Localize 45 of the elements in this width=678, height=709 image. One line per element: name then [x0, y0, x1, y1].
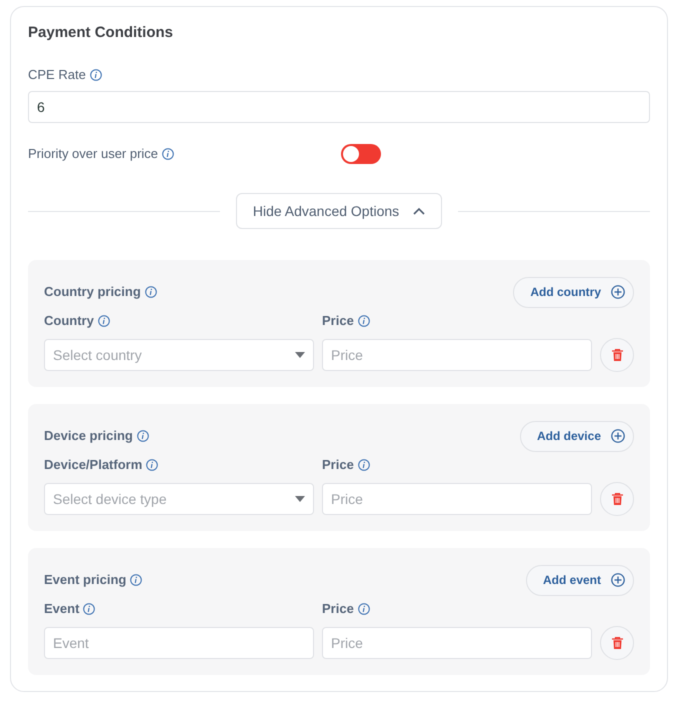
info-icon[interactable]: [358, 459, 370, 471]
advanced-options-button[interactable]: Hide Advanced Options: [236, 193, 442, 229]
plus-circle-icon: [611, 285, 625, 299]
input-field[interactable]: Price: [322, 627, 592, 659]
info-icon[interactable]: [136, 430, 149, 442]
field-label: Price: [322, 312, 354, 330]
dropdown-caret-icon: [295, 352, 305, 358]
delete-button[interactable]: [600, 338, 634, 372]
panel-title: Event pricing: [44, 571, 126, 590]
info-icon[interactable]: [358, 603, 370, 615]
add-button[interactable]: Add device: [520, 420, 634, 452]
info-icon[interactable]: [130, 574, 142, 586]
info-icon[interactable]: [83, 603, 96, 615]
add-button[interactable]: Add event: [526, 564, 634, 596]
trash-icon: [612, 493, 622, 505]
trash-icon: [612, 637, 622, 649]
field-label: Device/Platform: [44, 456, 142, 474]
section-title: Payment Conditions: [28, 24, 174, 42]
input-field[interactable]: 6: [28, 91, 650, 123]
chevron-up-icon: [413, 207, 426, 215]
delete-button[interactable]: [600, 626, 634, 660]
info-icon[interactable]: [358, 315, 370, 327]
field-label: Price: [322, 600, 354, 618]
add-button[interactable]: Add country: [513, 276, 634, 308]
toggle-switch[interactable]: [341, 144, 381, 164]
trash-icon: [612, 349, 622, 361]
panel-title: Device pricing: [44, 427, 133, 446]
field-label: Price: [322, 456, 354, 474]
info-icon[interactable]: [98, 315, 110, 327]
input-field[interactable]: Price: [322, 339, 592, 371]
info-icon[interactable]: [162, 148, 174, 160]
panel-title: Country pricing: [44, 283, 141, 302]
field-label: CPE Rate: [28, 66, 86, 84]
field-label: Event: [44, 600, 80, 618]
delete-button[interactable]: [600, 482, 634, 516]
plus-circle-icon: [611, 429, 625, 443]
input-field[interactable]: Event: [44, 627, 314, 659]
input-field[interactable]: Price: [322, 483, 592, 515]
field-label: Country: [44, 312, 94, 330]
info-icon[interactable]: [144, 286, 157, 298]
dropdown-caret-icon: [295, 496, 305, 502]
field-label: Priority over user price: [28, 145, 158, 164]
info-icon[interactable]: [90, 69, 102, 81]
info-icon[interactable]: [146, 459, 158, 471]
plus-circle-icon: [611, 573, 625, 587]
